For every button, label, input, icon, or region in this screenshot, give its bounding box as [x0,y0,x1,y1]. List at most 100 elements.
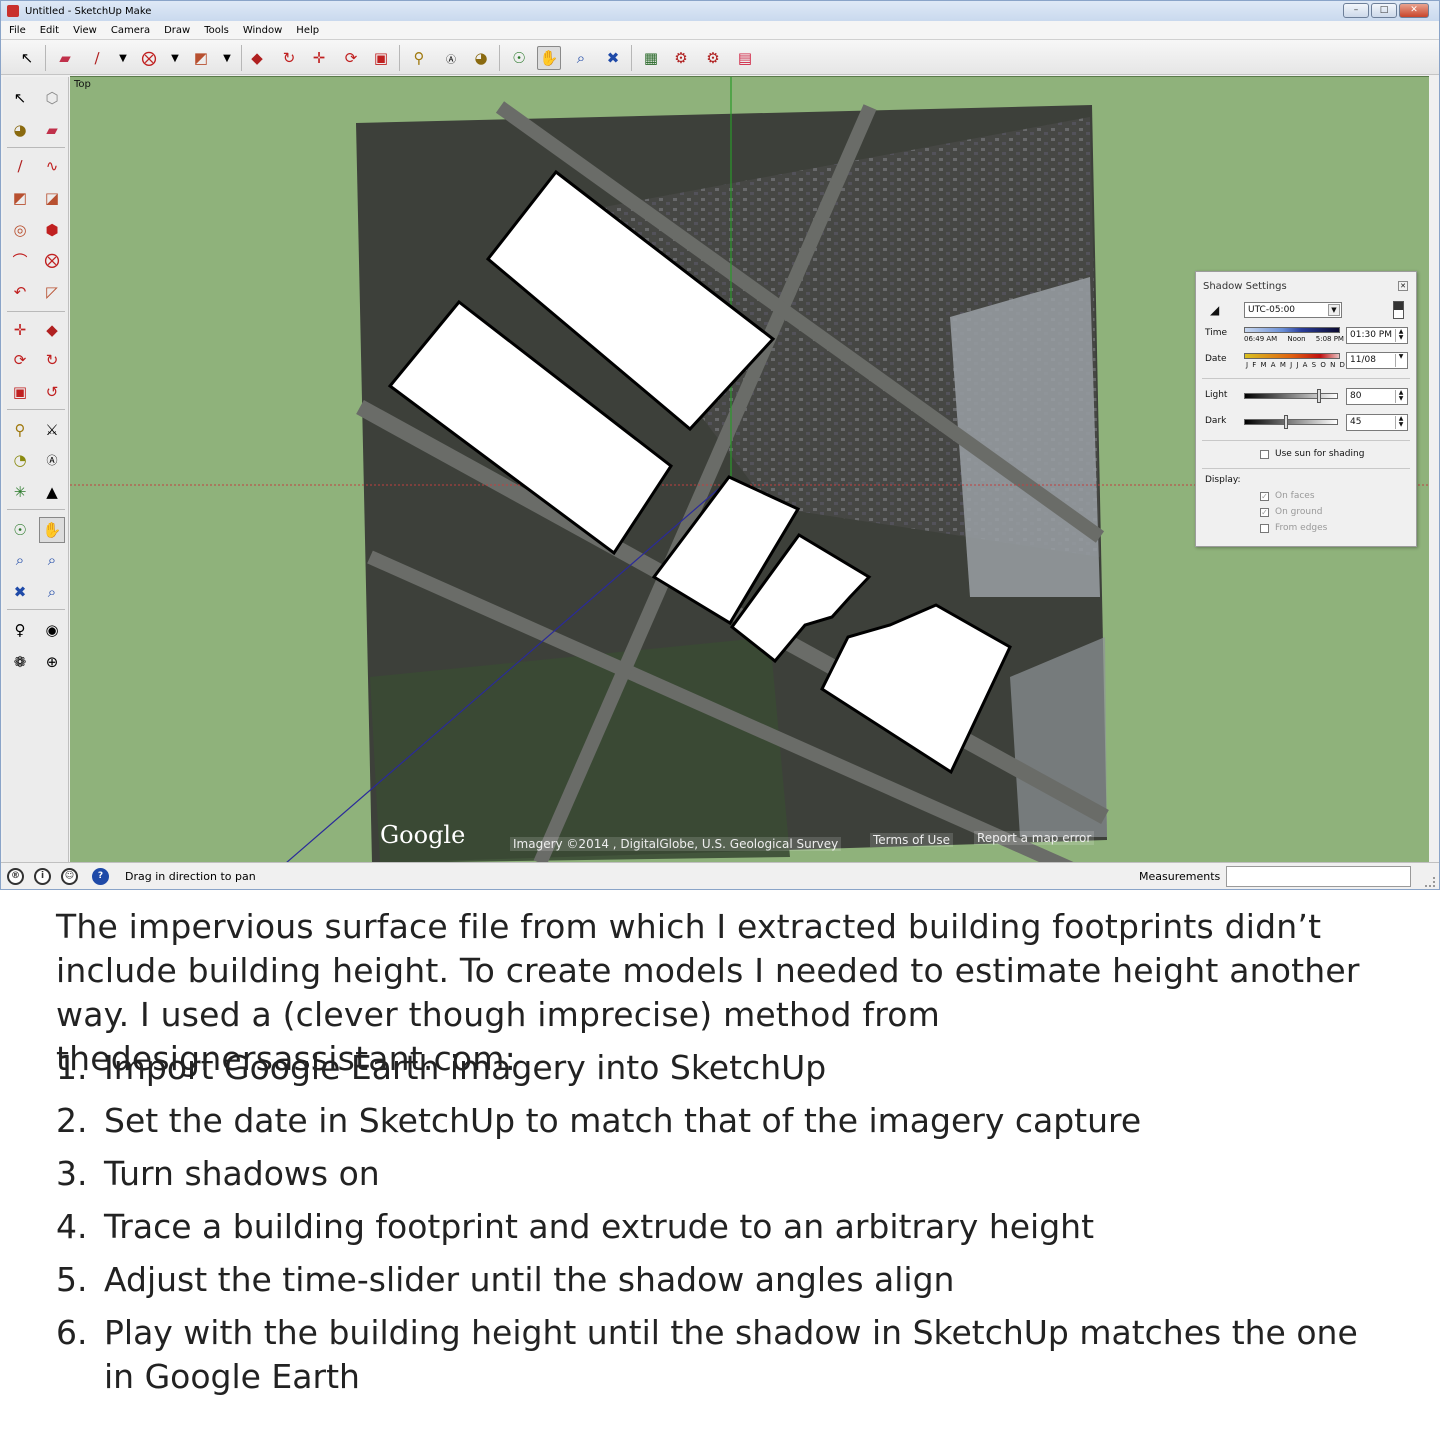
zoom-tool-icon[interactable]: ⌕ [7,547,33,573]
arc-dropdown-icon[interactable]: ▼ [163,46,187,70]
close-button[interactable]: ✕ [1399,3,1429,18]
dark-slider-handle[interactable] [1284,415,1289,429]
move-tool-icon[interactable]: ✛ [307,46,331,70]
pan-tool-icon[interactable]: ✋ [537,46,561,70]
freehand-tool-icon[interactable]: ∿ [39,153,65,179]
eraser-tool-icon[interactable]: ▰ [39,117,65,143]
timezone-select[interactable]: UTC-05:00 ▼ [1244,302,1342,318]
time-input[interactable]: 01:30 PM ▲ ▼ [1346,327,1408,344]
text-tool-icon[interactable]: Ⓐ [439,46,463,70]
warehouse-icon[interactable]: ⚙ [669,46,693,70]
light-slider-handle[interactable] [1317,389,1322,403]
menu-view[interactable]: View [66,25,104,36]
tape-measure-icon[interactable]: ⚲ [407,46,431,70]
zoom-extents-icon[interactable]: ✖ [7,579,33,605]
on-ground-checkbox[interactable]: ✓ On ground [1260,507,1323,517]
push-pull-icon[interactable]: ◆ [39,317,65,343]
menu-file[interactable]: File [1,25,33,36]
arc-tool-icon[interactable]: ⌒ [7,247,33,273]
shadow-toggle-button[interactable] [1393,301,1404,319]
two-point-arc-icon[interactable]: ⨂ [39,247,65,273]
previous-view-icon[interactable]: ⌕ [39,579,65,605]
arc-tool-icon[interactable]: ⨂ [137,46,161,70]
date-slider[interactable] [1244,353,1340,359]
orbit-tool-icon[interactable]: ☉ [507,46,531,70]
menu-help[interactable]: Help [289,25,326,36]
spinner-icon[interactable]: ▲ ▼ [1395,390,1406,403]
scale-tool-icon[interactable]: ▣ [369,46,393,70]
add-location-icon[interactable]: ▦ [639,46,663,70]
axes-tool-icon[interactable]: ✳ [7,479,33,505]
offset-tool-icon[interactable]: ↺ [39,379,65,405]
look-around-icon[interactable]: ◉ [39,617,65,643]
section-plane-icon[interactable]: ⊕ [39,649,65,675]
polygon-tool-icon[interactable]: ⬢ [39,217,65,243]
report-map-error-link[interactable]: Report a map error [974,831,1095,845]
terms-of-use-link[interactable]: Terms of Use [870,833,953,847]
pan-tool-icon[interactable]: ✋ [39,517,65,543]
select-tool-icon[interactable]: ↖ [15,46,39,70]
measurements-input[interactable] [1226,866,1411,887]
chevron-down-icon[interactable]: ▼ [1395,354,1406,367]
select-tool-icon[interactable]: ↖ [7,85,33,111]
menu-window[interactable]: Window [236,25,289,36]
time-slider[interactable] [1244,327,1340,333]
dimension-tool-icon[interactable]: ⚔ [39,417,65,443]
light-input[interactable]: 80 ▲ ▼ [1346,388,1408,405]
component-tool-icon[interactable]: ⬡ [39,85,65,111]
geolocation-icon[interactable]: ® [7,868,24,885]
light-slider[interactable] [1244,389,1338,403]
menu-tools[interactable]: Tools [197,25,236,36]
move-tool-icon[interactable]: ✛ [7,317,33,343]
checkbox-box[interactable] [1260,449,1269,459]
maximize-button[interactable]: □ [1371,3,1397,18]
walk-tool-icon[interactable]: ❁ [7,649,33,675]
share-model-icon[interactable]: ⚙ [701,46,725,70]
zoom-extents-icon[interactable]: ✖ [601,46,625,70]
resize-grip-icon[interactable] [1425,877,1435,887]
date-input[interactable]: 11/08 ▼ [1346,352,1408,369]
line-tool-icon[interactable]: ∕ [85,46,109,70]
circle-tool-icon[interactable]: ◎ [7,217,33,243]
pie-tool-icon[interactable]: ◸ [39,279,65,305]
checkbox-box[interactable] [1260,523,1269,533]
on-faces-checkbox[interactable]: ✓ On faces [1260,491,1315,501]
menu-camera[interactable]: Camera [104,25,157,36]
rotate-tool-icon[interactable]: ⟳ [7,347,33,373]
dark-input[interactable]: 45 ▲ ▼ [1346,414,1408,431]
shape-dropdown-icon[interactable]: ▼ [215,46,239,70]
credits-icon[interactable]: i [34,868,51,885]
three-point-arc-icon[interactable]: ↶ [7,279,33,305]
line-tool-icon[interactable]: ∕ [7,153,33,179]
scale-tool-icon[interactable]: ▣ [7,379,33,405]
checkbox-box[interactable]: ✓ [1260,507,1269,517]
follow-me-icon[interactable]: ↻ [39,347,65,373]
eraser-tool-icon[interactable]: ▰ [53,46,77,70]
extension-warehouse-icon[interactable]: ▤ [733,46,757,70]
paint-bucket-icon[interactable]: ◕ [7,117,33,143]
spinner-icon[interactable]: ▲ ▼ [1395,416,1406,429]
dark-slider[interactable] [1244,415,1338,429]
user-icon[interactable]: ☺ [61,868,78,885]
protractor-icon[interactable]: ◔ [7,447,33,473]
rotated-rectangle-icon[interactable]: ◪ [39,185,65,211]
minimize-button[interactable]: – [1343,3,1369,18]
checkbox-box[interactable]: ✓ [1260,491,1269,501]
orbit-tool-icon[interactable]: ☉ [7,517,33,543]
help-icon[interactable]: ? [92,868,109,885]
panel-close-icon[interactable]: ✕ [1398,281,1408,291]
menu-draw[interactable]: Draw [157,25,197,36]
rectangle-tool-icon[interactable]: ◩ [189,46,213,70]
spinner-icon[interactable]: ▲ ▼ [1395,329,1406,342]
three-d-text-icon[interactable]: ▲ [39,479,65,505]
position-camera-icon[interactable]: ♀ [7,617,33,643]
push-pull-icon[interactable]: ◆ [245,46,269,70]
text-tool-icon[interactable]: Ⓐ [39,447,65,473]
rotate-tool-icon[interactable]: ⟳ [339,46,363,70]
follow-me-icon[interactable]: ↻ [277,46,301,70]
from-edges-checkbox[interactable]: From edges [1260,523,1327,533]
line-dropdown-icon[interactable]: ▼ [111,46,135,70]
paint-bucket-icon[interactable]: ◕ [469,46,493,70]
rectangle-tool-icon[interactable]: ◩ [7,185,33,211]
zoom-window-icon[interactable]: ⌕ [39,547,65,573]
